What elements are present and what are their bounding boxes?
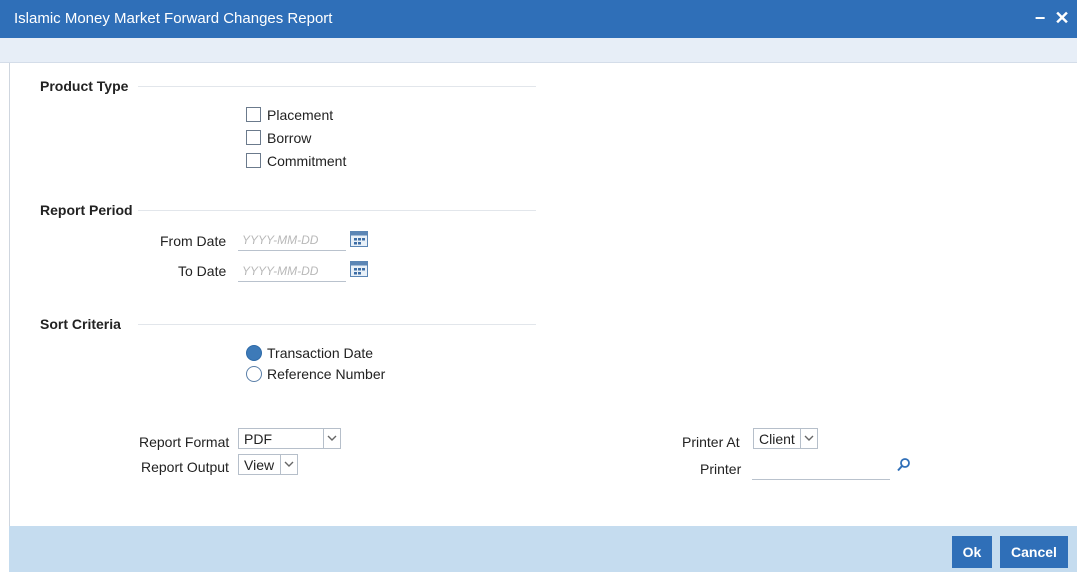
printer-label: Printer (700, 461, 742, 477)
report-form: Product Type Placement Borrow Commitment… (9, 63, 1077, 526)
reference-number-label: Reference Number (267, 366, 386, 382)
chevron-down-icon[interactable] (323, 429, 340, 448)
report-format-label: Report Format (139, 434, 230, 450)
chevron-down-icon[interactable] (280, 455, 297, 474)
calendar-icon[interactable] (350, 261, 368, 277)
commitment-checkbox[interactable] (246, 153, 261, 168)
section-divider (138, 324, 536, 325)
report-output-select[interactable]: View (238, 454, 298, 475)
close-button[interactable]: ✕ (1052, 7, 1072, 29)
dialog-footer: Ok Cancel (9, 526, 1077, 572)
report-format-select[interactable]: PDF (238, 428, 341, 449)
to-date-input[interactable] (238, 260, 346, 282)
section-title-product-type: Product Type (40, 78, 129, 94)
report-format-value: PDF (244, 431, 272, 447)
window-subbar (0, 38, 1077, 63)
section-divider (138, 86, 536, 87)
calendar-icon[interactable] (350, 231, 368, 247)
borrow-label: Borrow (267, 130, 312, 146)
ok-button[interactable]: Ok (952, 536, 992, 568)
section-divider (138, 210, 536, 211)
commitment-label: Commitment (267, 153, 347, 169)
reference-number-radio[interactable] (246, 366, 262, 382)
chevron-down-icon[interactable] (800, 429, 817, 448)
printer-input[interactable] (752, 458, 890, 480)
window-titlebar: Islamic Money Market Forward Changes Rep… (0, 0, 1077, 38)
placement-label: Placement (267, 107, 334, 123)
search-icon[interactable] (896, 457, 912, 473)
printer-at-select[interactable]: Client (753, 428, 818, 449)
cancel-button[interactable]: Cancel (1000, 536, 1068, 568)
section-title-report-period: Report Period (40, 202, 133, 218)
transaction-date-radio[interactable] (246, 345, 262, 361)
window-title: Islamic Money Market Forward Changes Rep… (14, 10, 333, 27)
from-date-input[interactable] (238, 229, 346, 251)
printer-at-label: Printer At (682, 434, 740, 450)
section-title-sort-criteria: Sort Criteria (40, 316, 121, 332)
printer-at-value: Client (759, 431, 795, 447)
report-output-value: View (244, 457, 275, 473)
borrow-checkbox[interactable] (246, 130, 261, 145)
to-date-label: To Date (178, 263, 227, 279)
report-output-label: Report Output (141, 459, 229, 475)
transaction-date-label: Transaction Date (267, 345, 374, 361)
placement-checkbox[interactable] (246, 107, 261, 122)
minimize-button[interactable]: − (1030, 7, 1050, 29)
from-date-label: From Date (160, 233, 227, 249)
